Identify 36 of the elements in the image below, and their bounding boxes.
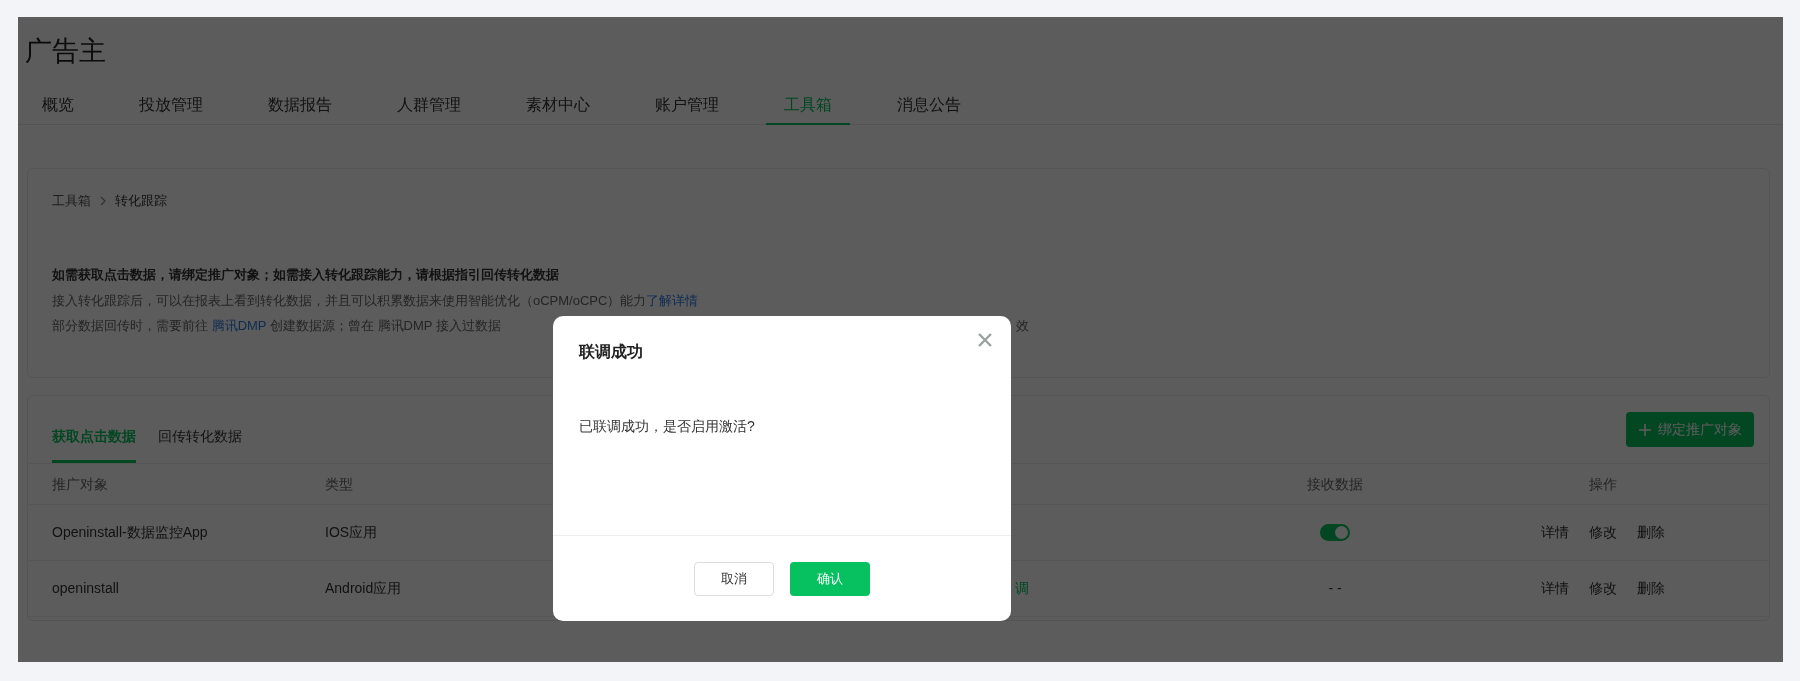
nav-tab[interactable]: 素材中心 bbox=[508, 87, 608, 125]
table-link[interactable]: 调 bbox=[1015, 580, 1029, 596]
sub-tab[interactable]: 回传转化数据 bbox=[158, 413, 242, 463]
sub-tab[interactable]: 获取点击数据 bbox=[52, 413, 136, 463]
nav-tab[interactable]: 概览 bbox=[24, 87, 92, 125]
learn-more-link[interactable]: 了解详情 bbox=[646, 293, 699, 308]
dialog-title: 联调成功 bbox=[579, 342, 643, 362]
action-link[interactable]: 详情 bbox=[1540, 522, 1569, 543]
plus-icon bbox=[1638, 422, 1652, 437]
dmp-link[interactable]: 腾讯DMP bbox=[211, 318, 267, 333]
action-link[interactable]: 详情 bbox=[1540, 578, 1569, 599]
table-cell: Android应用 bbox=[325, 580, 402, 596]
breadcrumb-item: 转化跟踪 bbox=[115, 192, 167, 210]
confirm-button[interactable]: 确认 bbox=[790, 562, 870, 596]
nav-tab[interactable]: 投放管理 bbox=[121, 87, 221, 125]
action-link[interactable]: 修改 bbox=[1588, 522, 1617, 543]
action-link[interactable]: 删除 bbox=[1636, 578, 1665, 599]
nav-tab[interactable]: 人群管理 bbox=[379, 87, 479, 125]
close-icon[interactable] bbox=[978, 333, 992, 347]
nav-tab[interactable]: 工具箱 bbox=[766, 87, 850, 125]
table-cell: IOS应用 bbox=[325, 524, 378, 540]
nav-tab[interactable]: 消息公告 bbox=[879, 87, 979, 125]
bind-button[interactable]: 绑定推广对象 bbox=[1626, 412, 1754, 447]
nav-tab[interactable]: 账户管理 bbox=[637, 87, 737, 125]
action-link[interactable]: 修改 bbox=[1588, 578, 1617, 599]
nav-tab[interactable]: 数据报告 bbox=[250, 87, 350, 125]
page-title: 广告主 bbox=[25, 35, 106, 68]
table-cell: openinstall bbox=[52, 580, 119, 596]
chevron-right-icon bbox=[99, 195, 107, 206]
cancel-button[interactable]: 取消 bbox=[694, 562, 774, 596]
toggle-switch[interactable] bbox=[1320, 524, 1350, 541]
table-cell: Openinstall-数据监控App bbox=[52, 524, 208, 540]
notice-heading: 如需获取点击数据，请绑定推广对象；如需接入转化跟踪能力，请根据指引回传转化数据 bbox=[52, 266, 560, 284]
dialog-message: 已联调成功，是否启用激活? bbox=[579, 417, 755, 436]
action-link[interactable]: 删除 bbox=[1636, 522, 1665, 543]
table-cell-text: - - bbox=[1328, 579, 1342, 598]
